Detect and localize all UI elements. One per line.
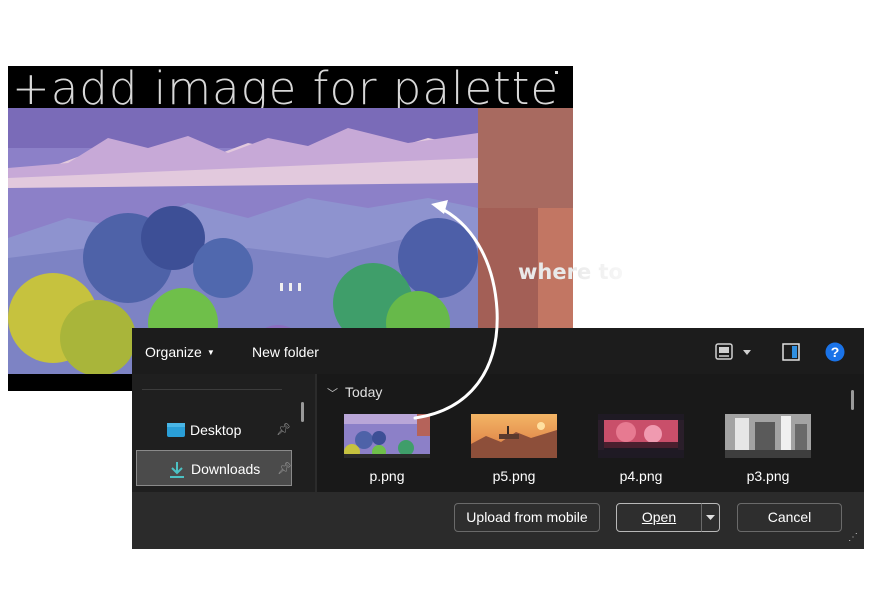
- file-name: p3.png: [746, 468, 790, 484]
- caption-fade: [580, 256, 780, 290]
- upload-from-mobile-button[interactable]: Upload from mobile: [454, 503, 600, 532]
- file-item[interactable]: p3.png: [713, 414, 823, 486]
- file-list-pane: ﹀ Today p.png p5.png p4.png p3.png: [317, 374, 864, 492]
- chevron-down-icon: ▼: [206, 348, 215, 357]
- decorative-dot: [555, 71, 558, 74]
- file-name: p.png: [369, 468, 405, 484]
- image-thumbnail: [598, 414, 684, 458]
- sidebar-item-label: Desktop: [190, 422, 242, 438]
- chevron-down-icon: ﹀: [327, 388, 338, 400]
- resize-grip-icon[interactable]: ⋰: [848, 532, 858, 543]
- sidebar-item-downloads[interactable]: Downloads 📌︎: [136, 450, 292, 486]
- file-item[interactable]: p5.png: [459, 414, 569, 486]
- nav-divider: [142, 389, 282, 390]
- navigation-pane: Desktop 📌︎ Downloads 📌︎: [132, 374, 315, 492]
- desktop-folder-icon: [166, 421, 186, 442]
- svg-text:?: ?: [831, 344, 840, 360]
- sidebar-item-desktop[interactable]: Desktop 📌︎: [136, 412, 292, 448]
- download-arrow-icon: [167, 460, 187, 483]
- dialog-toolbar: Organize ▼ New folder ?: [132, 328, 864, 374]
- view-options-icon[interactable]: [715, 343, 755, 366]
- palette-preview-panel: [478, 108, 573, 328]
- pin-icon[interactable]: 📌︎: [277, 461, 292, 475]
- open-options-dropdown[interactable]: [701, 503, 720, 532]
- image-thumbnail: [471, 414, 557, 458]
- image-thumbnail: [344, 414, 430, 458]
- organize-menu-button[interactable]: Organize ▼: [145, 344, 215, 360]
- help-icon[interactable]: ?: [825, 342, 845, 367]
- file-open-dialog: Organize ▼ New folder ? Desktop 📌︎ Downl…: [132, 328, 864, 549]
- dialog-footer: Upload from mobile Open Cancel: [132, 492, 864, 549]
- file-item[interactable]: p4.png: [586, 414, 696, 486]
- file-item[interactable]: p.png: [332, 414, 442, 486]
- pin-icon[interactable]: 📌︎: [276, 422, 291, 436]
- image-thumbnail: [725, 414, 811, 458]
- file-name: p4.png: [619, 468, 663, 484]
- new-folder-button[interactable]: New folder: [252, 344, 319, 360]
- sidebar-item-label: Downloads: [191, 461, 261, 477]
- file-name: p5.png: [492, 468, 536, 484]
- nav-scrollbar[interactable]: [301, 402, 304, 422]
- group-header-today[interactable]: ﹀ Today: [327, 384, 382, 401]
- open-button[interactable]: Open: [616, 503, 702, 532]
- preview-pane-icon[interactable]: [782, 343, 800, 366]
- organize-label: Organize: [145, 344, 202, 360]
- content-scrollbar[interactable]: [851, 390, 854, 410]
- cancel-button[interactable]: Cancel: [737, 503, 842, 532]
